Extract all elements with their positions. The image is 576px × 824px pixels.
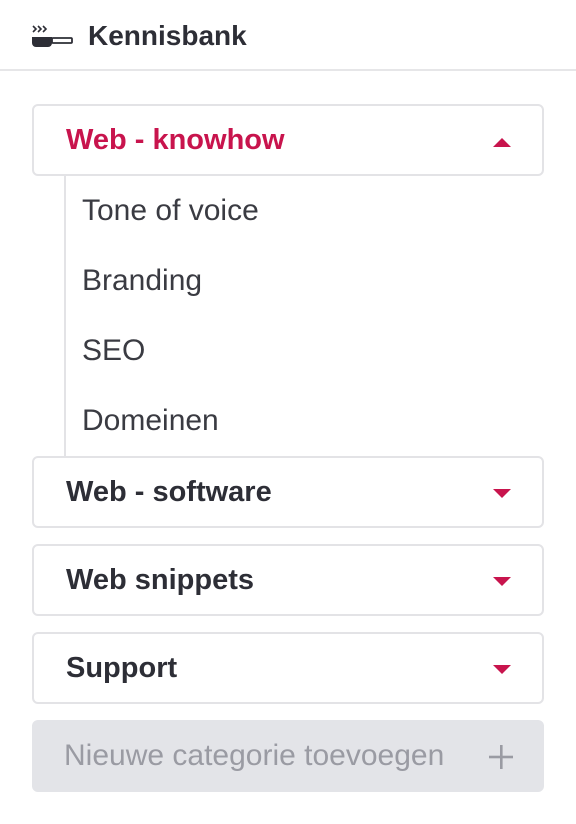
category-label: Support — [66, 652, 178, 684]
subcategory-item-tone-of-voice[interactable]: Tone of voice — [82, 191, 259, 231]
category-web-snippets[interactable]: Web snippets — [32, 544, 544, 616]
caret-down-icon — [493, 665, 511, 674]
category-label: Web - knowhow — [66, 124, 285, 156]
subcategory-item-seo[interactable]: SEO — [82, 331, 145, 371]
caret-up-icon — [493, 138, 511, 147]
subcategory-item-branding[interactable]: Branding — [82, 261, 202, 301]
header: Kennisbank — [0, 0, 576, 71]
category-web-software[interactable]: Web - software — [32, 456, 544, 528]
category-label: Web snippets — [66, 564, 254, 596]
category-web-knowhow[interactable]: Web - knowhow — [32, 104, 544, 176]
cooking-pot-icon — [32, 25, 73, 47]
caret-down-icon — [493, 577, 511, 586]
caret-down-icon — [493, 489, 511, 498]
subcategory-item-domeinen[interactable]: Domeinen — [82, 401, 219, 441]
add-category-label: Nieuwe categorie toevoegen — [64, 739, 445, 772]
plus-icon — [489, 745, 513, 769]
category-label: Web - software — [66, 476, 272, 508]
page-title: Kennisbank — [88, 20, 247, 51]
add-category-button[interactable]: Nieuwe categorie toevoegen — [32, 720, 544, 792]
subcategory-list: Tone of voice Branding SEO Domeinen — [64, 174, 536, 458]
category-support[interactable]: Support — [32, 632, 544, 704]
